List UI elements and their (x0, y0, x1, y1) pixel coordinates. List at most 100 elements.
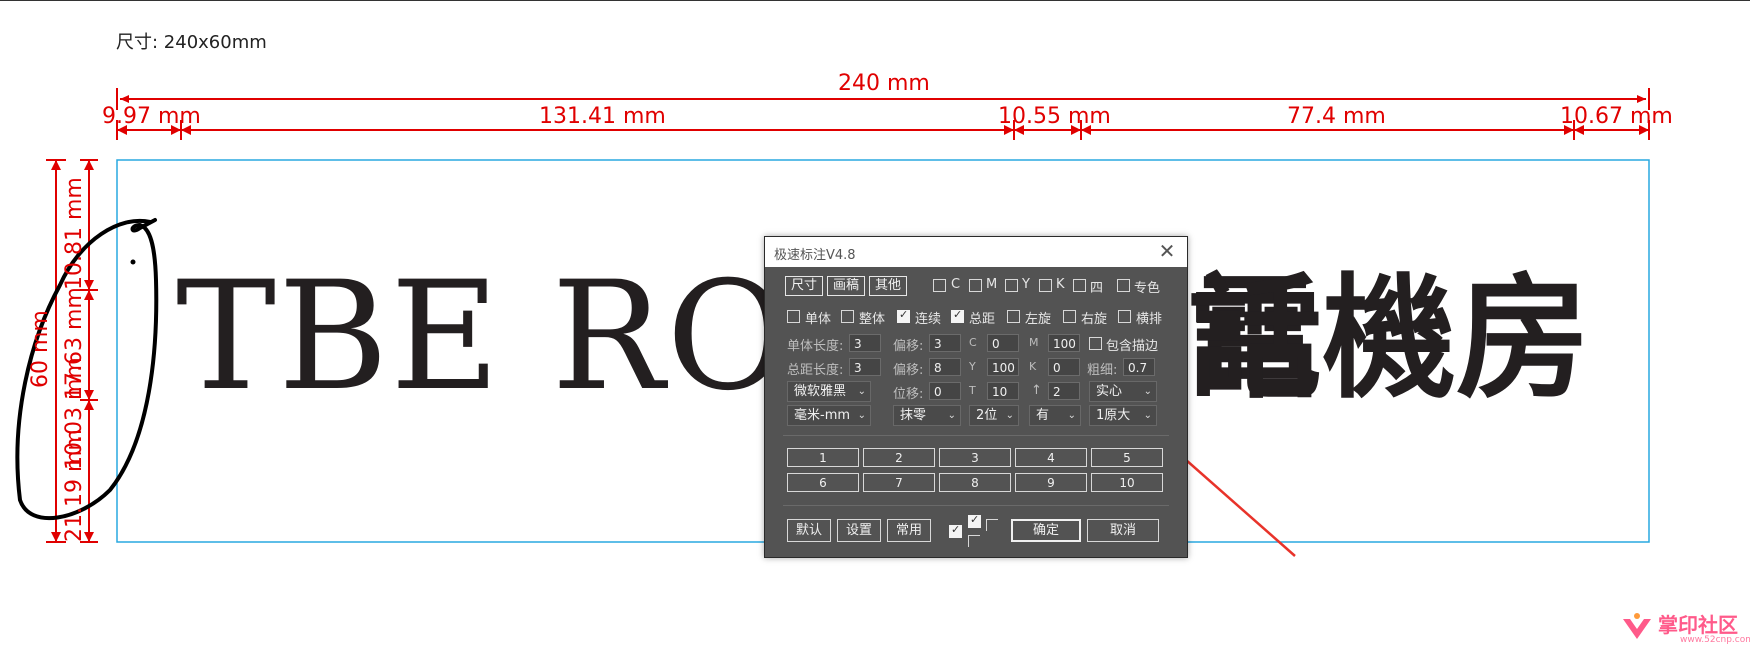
preset-button-4[interactable]: 4 (1015, 448, 1087, 467)
checkbox-rotate-left[interactable] (1007, 310, 1020, 323)
has-select[interactable]: 有 ⌄ (1029, 405, 1081, 426)
preset-button-7[interactable]: 7 (863, 473, 935, 492)
chevron-down-icon: ⌄ (1143, 386, 1152, 397)
tab-artwork[interactable]: 画稿 (827, 276, 865, 296)
arrow-up-icon: ↑ (1031, 383, 1042, 398)
preset-button-8[interactable]: 8 (939, 473, 1011, 492)
checkbox-footer-1[interactable] (949, 523, 962, 538)
checkbox-continuous[interactable] (897, 308, 910, 323)
chevron-down-icon: ⌄ (1143, 410, 1152, 421)
label-total-length: 总距长度: (787, 363, 844, 378)
checkbox-y[interactable] (1005, 279, 1018, 292)
checkbox-c[interactable] (933, 279, 946, 292)
checkbox-k[interactable] (1039, 279, 1052, 292)
dialog-titlebar[interactable]: 极速标注V4.8 ✕ (765, 237, 1187, 267)
watermark-text: 掌印社区 (1658, 613, 1738, 637)
chevron-down-icon: ⌄ (1005, 410, 1014, 421)
label-include-stroke: 包含描边 (1106, 339, 1159, 354)
dimension-dialog: 极速标注V4.8 ✕ 尺寸 画稿 其他 C M Y K 四 专色 单体 整体 连… (764, 236, 1188, 558)
preset-button-2[interactable]: 2 (863, 448, 935, 467)
checkbox-total[interactable] (951, 308, 964, 323)
preset-button-10[interactable]: 10 (1091, 473, 1163, 492)
cancel-button[interactable]: 取消 (1087, 519, 1159, 542)
label-rotate-right: 右旋 (1081, 312, 1108, 327)
label-c-value: C (969, 336, 977, 349)
label-c: C (951, 277, 961, 292)
label-single-length: 单体长度: (787, 339, 844, 354)
thickness-input[interactable]: 0.7 (1123, 358, 1155, 376)
tab-other[interactable]: 其他 (869, 276, 907, 296)
watermark-url: www.52cnp.com (1680, 635, 1750, 645)
checkbox-footer-3[interactable] (986, 519, 998, 531)
label-t-value: T (969, 384, 976, 397)
chevron-down-icon: ⌄ (947, 410, 956, 421)
v-seg-top-label: 10.81 mm (62, 177, 87, 290)
label-y-value: Y (969, 360, 976, 373)
rounding-select[interactable]: 抹零 ⌄ (893, 405, 961, 426)
preset-button-6[interactable]: 6 (787, 473, 859, 492)
chevron-down-icon: ⌄ (1067, 410, 1076, 421)
label-k-value: K (1029, 360, 1037, 373)
dialog-title: 极速标注V4.8 (774, 248, 856, 263)
label-k: K (1056, 277, 1065, 292)
label-single: 单体 (805, 312, 832, 327)
t-value-input[interactable]: 10 (987, 382, 1019, 400)
seg5-label: 10.67 mm (1560, 104, 1673, 129)
arrow-size-input[interactable]: 2 (1048, 382, 1080, 400)
settings-button[interactable]: 设置 (837, 519, 881, 542)
tab-size[interactable]: 尺寸 (785, 276, 823, 296)
offset-1-input[interactable]: 3 (929, 334, 961, 352)
preset-button-3[interactable]: 3 (939, 448, 1011, 467)
label-continuous: 连续 (915, 312, 942, 327)
checkbox-single[interactable] (787, 310, 800, 323)
chevron-down-icon: ⌄ (857, 410, 866, 421)
default-button[interactable]: 默认 (787, 519, 831, 542)
unit-select-value: 毫米-mm (794, 408, 851, 423)
scale-select[interactable]: 1原大 ⌄ (1089, 405, 1157, 426)
rounding-select-value: 抹零 (900, 408, 927, 423)
total-length-input[interactable]: 3 (849, 358, 881, 376)
label-thickness: 粗细: (1087, 363, 1118, 378)
preset-button-9[interactable]: 9 (1015, 473, 1087, 492)
unit-select[interactable]: 毫米-mm ⌄ (787, 405, 871, 426)
decimals-select[interactable]: 2位 ⌄ (969, 405, 1019, 426)
preset-button-5[interactable]: 5 (1091, 448, 1163, 467)
m-value-input[interactable]: 100 (1048, 334, 1080, 352)
arrow-style-select[interactable]: 实心 ⌄ (1089, 381, 1157, 402)
seg2-label: 131.41 mm (539, 104, 666, 129)
checkbox-four[interactable] (1073, 279, 1086, 292)
checkbox-include-stroke[interactable] (1089, 337, 1102, 350)
checkbox-spot[interactable] (1117, 279, 1130, 292)
chevron-down-icon: ⌄ (857, 386, 866, 397)
has-select-value: 有 (1036, 408, 1050, 423)
offset-2-input[interactable]: 8 (929, 358, 961, 376)
k-value-input[interactable]: 0 (1048, 358, 1080, 376)
label-y: Y (1022, 277, 1030, 292)
shift-input[interactable]: 0 (929, 382, 961, 400)
single-length-input[interactable]: 3 (849, 334, 881, 352)
label-horizontal: 横排 (1136, 312, 1163, 327)
checkbox-rotate-right[interactable] (1063, 310, 1076, 323)
checkbox-footer-2[interactable] (968, 513, 981, 528)
segment-width-line (116, 120, 1650, 140)
scale-select-value: 1原大 (1096, 408, 1131, 423)
total-width-label: 240 mm (838, 71, 930, 96)
c-value-input[interactable]: 0 (987, 334, 1019, 352)
seg3-label: 10.55 mm (998, 104, 1111, 129)
seg1-label: 9.97 mm (102, 104, 201, 129)
y-value-input[interactable]: 100 (987, 358, 1019, 376)
arrow-style-value: 实心 (1096, 384, 1123, 399)
common-button[interactable]: 常用 (887, 519, 931, 542)
ok-button[interactable]: 确定 (1011, 519, 1081, 542)
font-select-value: 微软雅黑 (794, 384, 847, 399)
divider (783, 505, 1169, 506)
close-icon[interactable]: ✕ (1155, 239, 1179, 263)
checkbox-whole[interactable] (841, 310, 854, 323)
font-select[interactable]: 微软雅黑 ⌄ (787, 381, 871, 402)
artwork-cjk-main: 話機房 (1188, 261, 1591, 417)
checkbox-horizontal[interactable] (1118, 310, 1131, 323)
preset-button-1[interactable]: 1 (787, 448, 859, 467)
checkbox-m[interactable] (969, 279, 982, 292)
label-four: 四 (1090, 281, 1104, 296)
checkbox-footer-4[interactable] (968, 535, 980, 547)
